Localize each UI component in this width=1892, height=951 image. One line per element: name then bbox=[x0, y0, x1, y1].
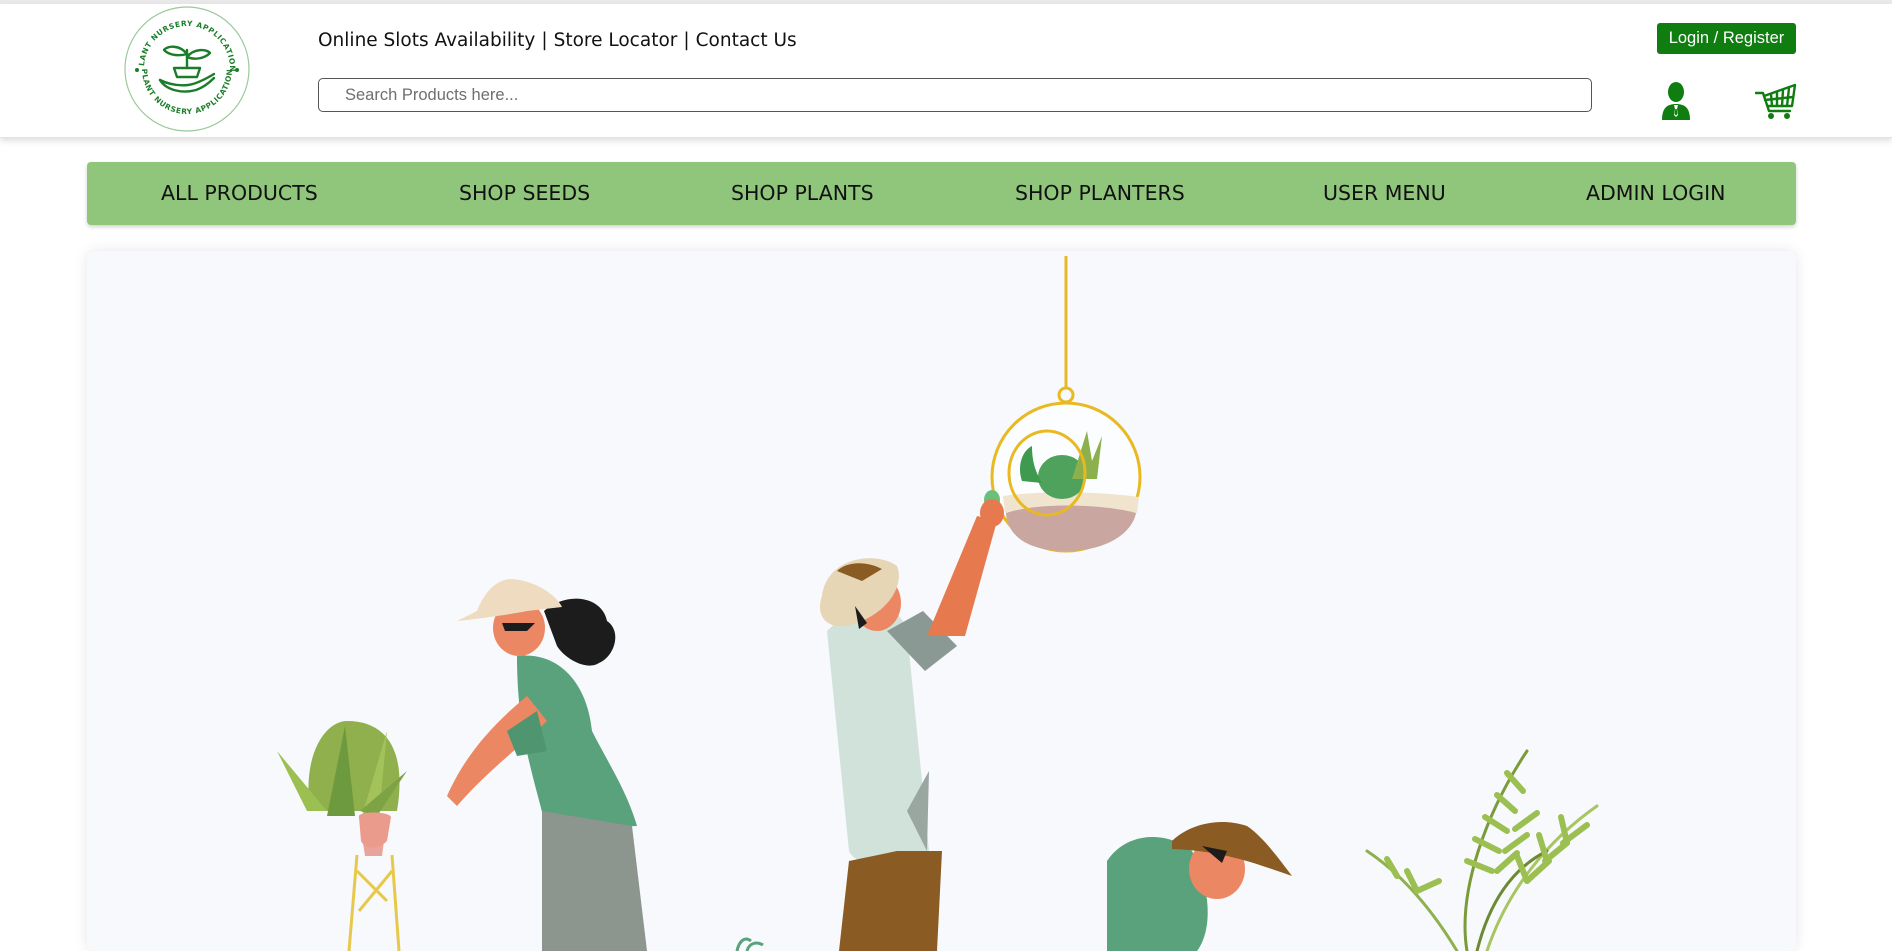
site-header: PLANT NURSERY APPLICATION PLANT NURSERY … bbox=[0, 4, 1892, 138]
link-online-slots[interactable]: Online Slots Availability bbox=[318, 30, 535, 51]
link-contact-us[interactable]: Contact Us bbox=[696, 30, 797, 51]
user-icon[interactable] bbox=[1659, 81, 1693, 121]
man-kneeling bbox=[1107, 821, 1292, 951]
main-nav: ALL PRODUCTS SHOP SEEDS SHOP PLANTS SHOP… bbox=[87, 162, 1796, 225]
nav-admin-login[interactable]: ADMIN LOGIN bbox=[1586, 162, 1726, 225]
nav-shop-plants[interactable]: SHOP PLANTS bbox=[731, 162, 874, 225]
hanging-terrarium bbox=[984, 256, 1142, 553]
cart-icon[interactable] bbox=[1755, 81, 1797, 121]
top-links: Online Slots Availability | Store Locator |… bbox=[318, 30, 797, 51]
link-separator: | bbox=[541, 30, 548, 51]
hero-banner bbox=[87, 251, 1796, 951]
nav-shop-seeds[interactable]: SHOP SEEDS bbox=[459, 162, 590, 225]
login-register-button[interactable]: Login / Register bbox=[1657, 23, 1796, 54]
nav-user-menu[interactable]: USER MENU bbox=[1323, 162, 1446, 225]
plant-nursery-logo[interactable]: PLANT NURSERY APPLICATION PLANT NURSERY … bbox=[122, 4, 252, 134]
link-separator: | bbox=[683, 30, 690, 51]
link-store-locator[interactable]: Store Locator bbox=[554, 30, 678, 51]
search-input[interactable] bbox=[318, 78, 1592, 112]
nav-shop-planters[interactable]: SHOP PLANTERS bbox=[1015, 162, 1185, 225]
nav-all-products[interactable]: ALL PRODUCTS bbox=[161, 162, 318, 225]
fern-plant bbox=[1365, 749, 1599, 951]
woman-gardener bbox=[277, 579, 647, 951]
gardeners-illustration bbox=[277, 256, 1599, 951]
man-reaching bbox=[819, 499, 1004, 951]
